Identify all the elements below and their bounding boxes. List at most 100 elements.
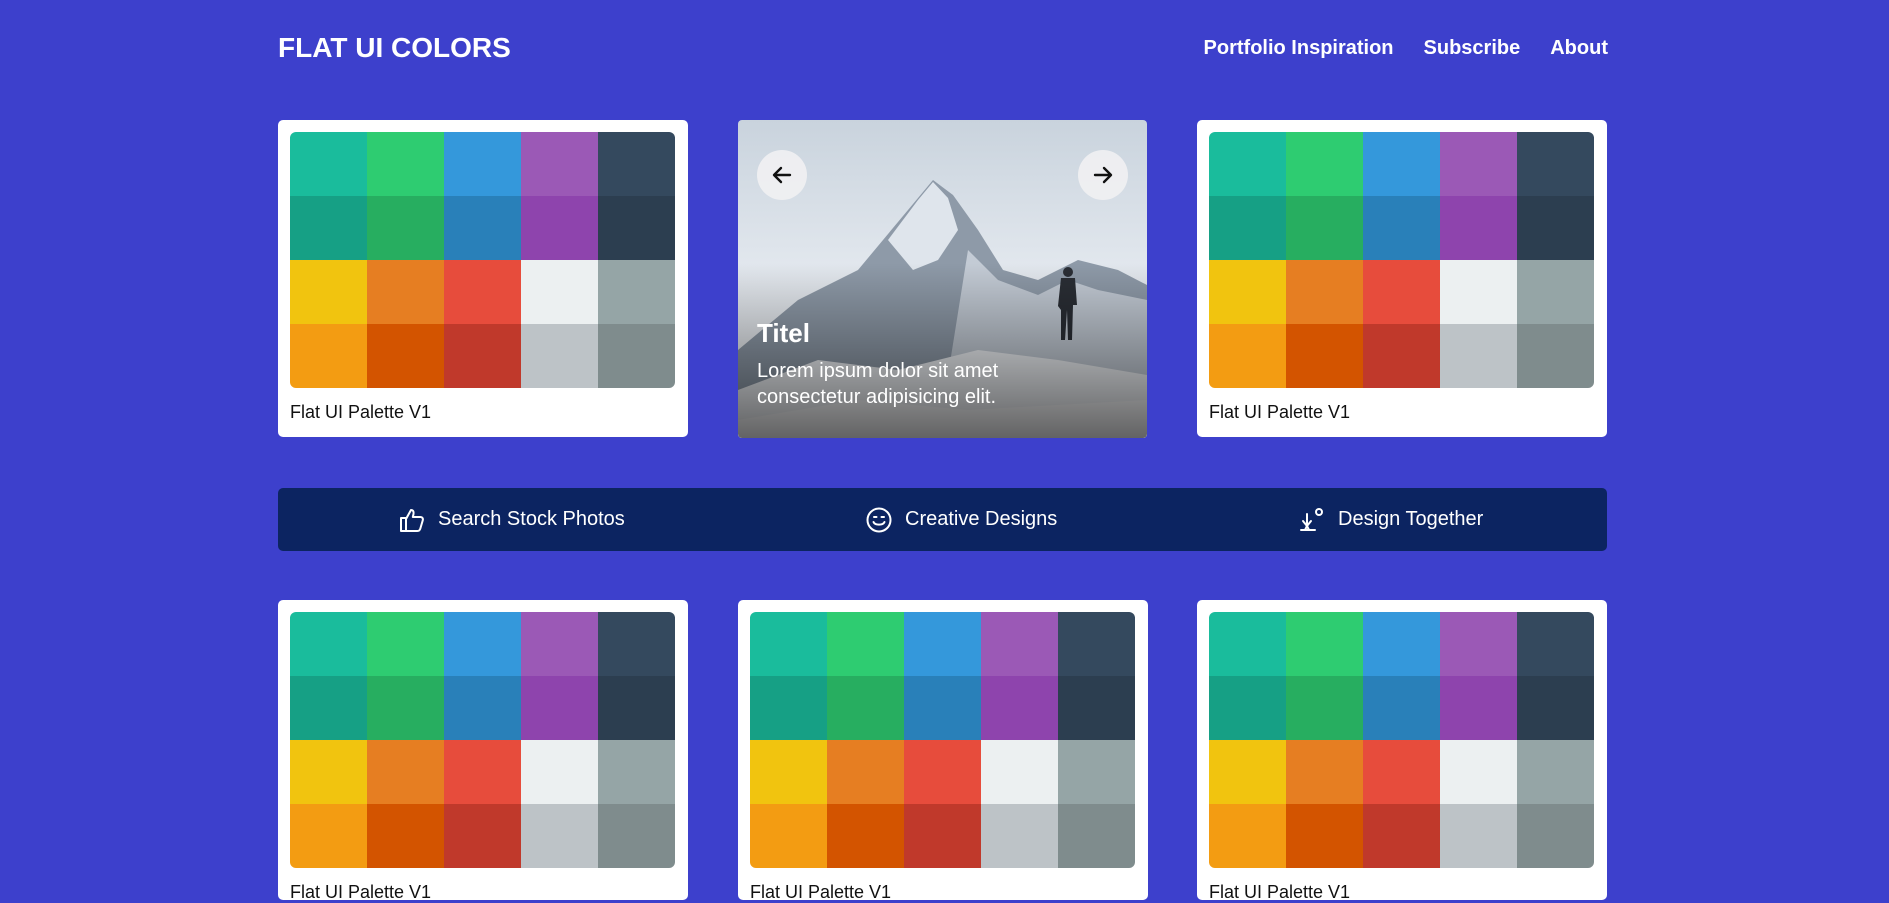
color-swatch <box>290 260 367 324</box>
color-swatch <box>1363 132 1440 196</box>
palette-card[interactable]: Flat UI Palette V1 <box>1197 120 1607 437</box>
color-swatch <box>750 612 827 676</box>
palette-card[interactable]: Flat UI Palette V1 <box>278 120 688 437</box>
arrow-right-icon <box>1093 166 1113 184</box>
palette-card-label: Flat UI Palette V1 <box>750 882 892 902</box>
color-swatch <box>598 804 675 868</box>
color-swatch <box>367 196 444 260</box>
color-swatch <box>598 196 675 260</box>
color-swatch <box>367 260 444 324</box>
palette-card-label: Flat UI Palette V1 <box>290 882 432 902</box>
arrow-left-icon <box>772 166 792 184</box>
color-swatch <box>598 612 675 676</box>
feature-creative-designs[interactable]: Creative Designs <box>865 488 1057 551</box>
color-swatch <box>1209 260 1286 324</box>
color-swatch <box>1363 740 1440 804</box>
color-swatch <box>290 676 367 740</box>
color-swatch <box>521 804 598 868</box>
color-swatch <box>521 676 598 740</box>
nav-link-subscribe[interactable]: Subscribe <box>1424 37 1521 60</box>
color-swatch <box>1363 612 1440 676</box>
color-swatch <box>1209 676 1286 740</box>
feature-search-stock-photos[interactable]: Search Stock Photos <box>398 488 625 551</box>
color-swatch <box>1058 676 1135 740</box>
feature-label: Creative Designs <box>905 508 1058 530</box>
color-swatch <box>1517 740 1594 804</box>
color-swatch <box>1058 804 1135 868</box>
color-swatch <box>1517 804 1594 868</box>
color-swatch <box>1363 260 1440 324</box>
color-swatch <box>1058 612 1135 676</box>
color-swatch <box>981 676 1058 740</box>
color-swatch <box>1363 676 1440 740</box>
color-swatch <box>444 324 521 388</box>
main-nav: Portfolio Inspiration Subscribe About <box>1204 37 1608 60</box>
palette-card-label: Flat UI Palette V1 <box>290 402 432 422</box>
slide-title: Titel <box>757 318 810 348</box>
palette-card-label: Flat UI Palette V1 <box>1209 882 1351 902</box>
color-swatch <box>904 804 981 868</box>
color-swatch <box>367 612 444 676</box>
feature-bar: Search Stock Photos Creative Designs Des… <box>278 488 1607 551</box>
color-swatch <box>750 740 827 804</box>
palette-swatches <box>1209 612 1594 868</box>
color-swatch <box>444 196 521 260</box>
slide-caption: Lorem ipsum dolor sit amet consectetur a… <box>757 360 999 408</box>
color-swatch <box>1363 196 1440 260</box>
color-swatch <box>367 132 444 196</box>
color-swatch <box>444 132 521 196</box>
color-swatch <box>444 676 521 740</box>
color-swatch <box>1517 612 1594 676</box>
color-swatch <box>904 612 981 676</box>
color-swatch <box>290 740 367 804</box>
nav-link-about[interactable]: About <box>1550 37 1608 60</box>
palette-swatches <box>290 132 675 388</box>
color-swatch <box>521 612 598 676</box>
nav-link-portfolio-inspiration[interactable]: Portfolio Inspiration <box>1204 37 1394 60</box>
palette-card[interactable]: Flat UI Palette V1 <box>738 600 1148 902</box>
color-swatch <box>1517 196 1594 260</box>
color-swatch <box>290 612 367 676</box>
thumbs-up-icon <box>400 508 424 532</box>
palette-card[interactable]: Flat UI Palette V1 <box>278 600 688 902</box>
color-swatch <box>1517 132 1594 196</box>
color-swatch <box>1286 132 1363 196</box>
color-swatch <box>1209 740 1286 804</box>
color-swatch <box>1517 324 1594 388</box>
feature-design-together[interactable]: Design Together <box>1298 488 1483 551</box>
smile-icon <box>866 507 892 532</box>
color-swatch <box>1517 260 1594 324</box>
color-swatch <box>827 740 904 804</box>
slider-next-button[interactable] <box>1078 150 1128 200</box>
color-swatch <box>1286 804 1363 868</box>
color-swatch <box>290 804 367 868</box>
color-swatch <box>827 612 904 676</box>
color-swatch <box>1209 132 1286 196</box>
color-swatch <box>521 324 598 388</box>
color-swatch <box>750 676 827 740</box>
color-swatch <box>290 196 367 260</box>
color-swatch <box>521 260 598 324</box>
color-swatch <box>1209 612 1286 676</box>
color-swatch <box>598 740 675 804</box>
palette-card[interactable]: Flat UI Palette V1 <box>1197 600 1607 902</box>
site-logo[interactable]: FLAT UI COLORS <box>278 32 511 64</box>
color-swatch <box>981 612 1058 676</box>
color-swatch <box>521 132 598 196</box>
color-swatch <box>598 324 675 388</box>
color-swatch <box>1440 740 1517 804</box>
color-swatch <box>1286 612 1363 676</box>
color-swatch <box>1286 676 1363 740</box>
slider-prev-button[interactable] <box>757 150 807 200</box>
color-swatch <box>904 676 981 740</box>
color-swatch <box>827 676 904 740</box>
color-swatch <box>598 676 675 740</box>
color-swatch <box>1286 324 1363 388</box>
color-swatch <box>1440 196 1517 260</box>
color-swatch <box>1058 740 1135 804</box>
color-swatch <box>1440 324 1517 388</box>
palette-swatches <box>290 612 675 868</box>
color-swatch <box>1440 132 1517 196</box>
color-swatch <box>750 804 827 868</box>
color-swatch <box>521 196 598 260</box>
